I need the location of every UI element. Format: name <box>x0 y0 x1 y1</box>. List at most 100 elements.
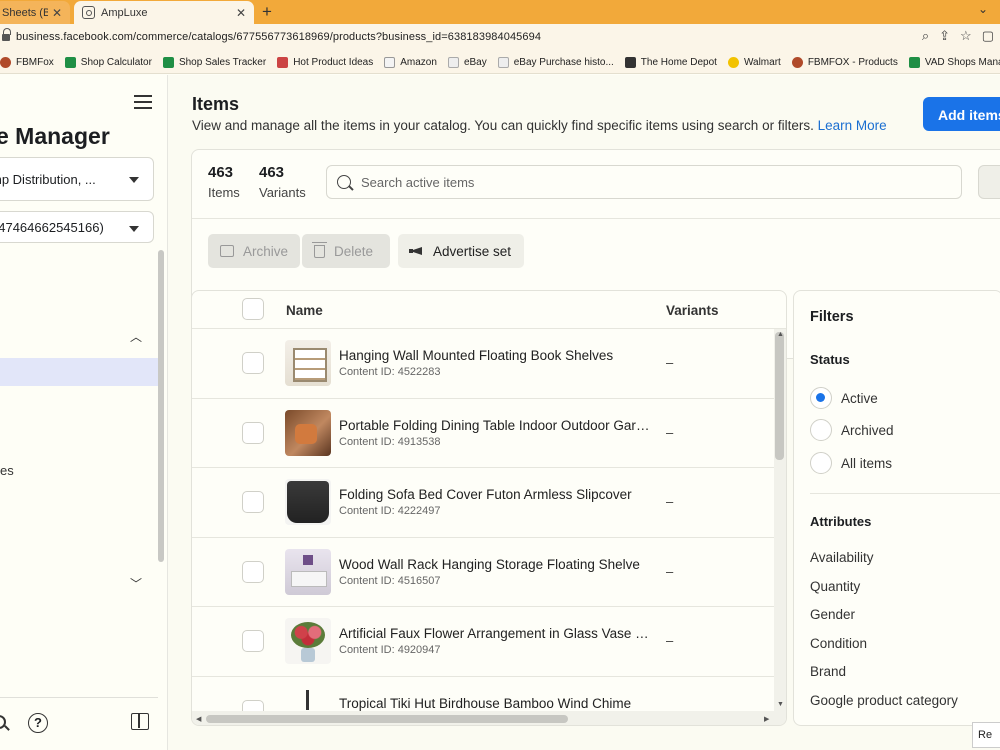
share-icon[interactable]: ⇪ <box>939 28 950 44</box>
table-row[interactable]: Wood Wall Rack Hanging Storage Floating … <box>192 538 774 607</box>
bookmark-hot-product-ideas[interactable]: Hot Product Ideas <box>277 57 373 68</box>
filters-divider <box>810 493 1000 494</box>
collapse-panel-icon[interactable] <box>131 713 149 730</box>
table-row[interactable]: Artificial Faux Flower Arrangement in Gl… <box>192 607 774 677</box>
bookmark-fbmfox[interactable]: FBMFox <box>0 57 54 68</box>
page-subtitle-text: View and manage all the items in your ca… <box>192 118 814 133</box>
new-tab-button[interactable]: + <box>262 2 272 22</box>
toolbar-divider <box>192 218 1000 219</box>
sheets-icon <box>908 57 920 68</box>
add-items-button[interactable]: Add items <box>923 97 1000 131</box>
attribute-brand[interactable]: Brand <box>810 664 846 679</box>
close-tab-icon[interactable]: ✕ <box>52 6 62 20</box>
attribute-google-product-category[interactable]: Google product category <box>810 693 958 708</box>
megaphone-icon <box>409 245 424 257</box>
sidebar-divider <box>0 697 158 698</box>
sidebar-item-items-active[interactable] <box>0 358 158 386</box>
product-name[interactable]: Hanging Wall Mounted Floating Book Shelv… <box>339 348 651 363</box>
bookmark-amazon[interactable]: Amazon <box>384 57 437 68</box>
table-horizontal-scroll-thumb[interactable] <box>206 715 568 723</box>
learn-more-link[interactable]: Learn More <box>818 118 887 133</box>
bookmark-fbmfox-products[interactable]: FBMFOX - Products <box>791 57 898 68</box>
address-bar[interactable]: business.facebook.com/commerce/catalogs/… <box>0 24 1000 52</box>
browser-tab-bar: Sheets (BETA) ✕ AmpLuxe ✕ + ⌄ <box>0 0 1000 24</box>
archive-button[interactable]: Archive <box>208 234 300 268</box>
select-all-checkbox[interactable] <box>242 298 264 320</box>
browser-tab-sheets[interactable]: Sheets (BETA) ✕ <box>0 1 70 24</box>
browser-tab-ampluxe[interactable]: AmpLuxe ✕ <box>74 1 254 24</box>
bookmark-label: eBay <box>463 57 487 68</box>
lock-icon[interactable] <box>2 28 11 42</box>
attributes-heading: Attributes <box>810 514 872 529</box>
product-name[interactable]: Wood Wall Rack Hanging Storage Floating … <box>339 557 651 572</box>
scroll-down-arrow-icon[interactable]: ▼ <box>777 701 784 708</box>
bookmark-home-depot[interactable]: The Home Depot <box>624 57 717 68</box>
business-selector[interactable]: mp Distribution, ... <box>0 157 154 201</box>
status-active-radio[interactable] <box>810 387 832 409</box>
corner-chip[interactable]: Re <box>972 722 1000 748</box>
row-checkbox[interactable] <box>242 352 264 374</box>
star-icon[interactable]: ☆ <box>960 28 972 44</box>
amazon-icon <box>384 57 396 68</box>
table-row[interactable]: Hanging Wall Mounted Floating Book Shelv… <box>192 329 774 399</box>
bookmark-shop-sales-tracker[interactable]: Shop Sales Tracker <box>162 57 266 68</box>
product-name[interactable]: Folding Sofa Bed Cover Futon Armless Sli… <box>339 487 651 502</box>
variants-label: Variants <box>259 185 306 200</box>
variants-value: – <box>666 355 674 370</box>
sidebar-item-label[interactable]: es <box>0 463 14 478</box>
table-vertical-scroll-thumb[interactable] <box>775 332 784 460</box>
content-id: Content ID: 4222497 <box>339 505 441 517</box>
advertise-set-button[interactable]: Advertise set <box>398 234 524 268</box>
attribute-quantity[interactable]: Quantity <box>810 579 860 594</box>
tab-label: Sheets (BETA) <box>2 6 48 19</box>
catalog-selector[interactable]: 947464662545166) <box>0 211 154 243</box>
url-text[interactable]: business.facebook.com/commerce/catalogs/… <box>16 31 541 43</box>
scroll-left-arrow-icon[interactable]: ◀ <box>196 715 201 723</box>
business-selector-value: mp Distribution, ... <box>0 171 96 187</box>
bookmark-walmart[interactable]: Walmart <box>727 57 781 68</box>
attribute-condition[interactable]: Condition <box>810 636 867 651</box>
table-row[interactable]: Folding Sofa Bed Cover Futon Armless Sli… <box>192 468 774 538</box>
status-archived-radio[interactable] <box>810 419 832 441</box>
extension-icon[interactable]: ▢ <box>982 28 994 44</box>
product-name[interactable]: Tropical Tiki Hut Birdhouse Bamboo Wind … <box>339 696 651 711</box>
scroll-right-arrow-icon[interactable]: ▶ <box>764 715 769 723</box>
bookmark-shop-calculator[interactable]: Shop Calculator <box>64 57 152 68</box>
bookmark-ebay-purchase-history[interactable]: eBay Purchase histo... <box>497 57 614 68</box>
zoom-icon[interactable]: ⌕ <box>922 28 929 44</box>
column-header-variants[interactable]: Variants <box>666 303 719 318</box>
status-active-label[interactable]: Active <box>841 391 878 406</box>
table-row[interactable]: Portable Folding Dining Table Indoor Out… <box>192 399 774 468</box>
sidebar-scrollbar[interactable] <box>158 250 164 562</box>
menu-icon[interactable] <box>134 95 152 109</box>
search-options-button[interactable] <box>978 165 1000 199</box>
tab-search-chevron-icon[interactable]: ⌄ <box>978 2 988 16</box>
help-icon[interactable]: ? <box>28 713 48 733</box>
status-all-items-radio[interactable] <box>810 452 832 474</box>
bookmark-vad-shops[interactable]: VAD Shops Manage... <box>908 57 1000 68</box>
row-checkbox[interactable] <box>242 421 264 444</box>
bookmark-ebay[interactable]: eBay <box>447 57 487 68</box>
status-all-items-label[interactable]: All items <box>841 456 892 471</box>
column-header-name[interactable]: Name <box>286 303 323 318</box>
close-tab-icon[interactable]: ✕ <box>236 6 246 20</box>
product-name[interactable]: Portable Folding Dining Table Indoor Out… <box>339 418 651 433</box>
left-sidebar: e Manager mp Distribution, ... 947464662… <box>0 75 168 750</box>
bookmark-label: FBMFox <box>16 57 54 68</box>
row-checkbox[interactable] <box>242 560 264 583</box>
product-name[interactable]: Artificial Faux Flower Arrangement in Gl… <box>339 626 651 641</box>
row-checkbox[interactable] <box>242 491 264 513</box>
delete-button[interactable]: Delete <box>302 234 390 268</box>
scroll-up-arrow-icon[interactable]: ▲ <box>777 331 784 338</box>
attribute-availability[interactable]: Availability <box>810 550 874 565</box>
chevron-down-icon[interactable]: ﹀ <box>130 575 142 592</box>
status-archived-label[interactable]: Archived <box>841 423 894 438</box>
search-icon[interactable] <box>0 715 6 729</box>
chevron-up-icon[interactable]: ︿ <box>130 328 142 345</box>
bookmark-label: Hot Product Ideas <box>293 57 374 68</box>
row-checkbox[interactable] <box>242 630 264 652</box>
items-stat: 463 Items <box>208 164 240 200</box>
fox-icon <box>791 57 803 68</box>
search-input[interactable]: Search active items <box>326 165 962 199</box>
attribute-gender[interactable]: Gender <box>810 607 855 622</box>
